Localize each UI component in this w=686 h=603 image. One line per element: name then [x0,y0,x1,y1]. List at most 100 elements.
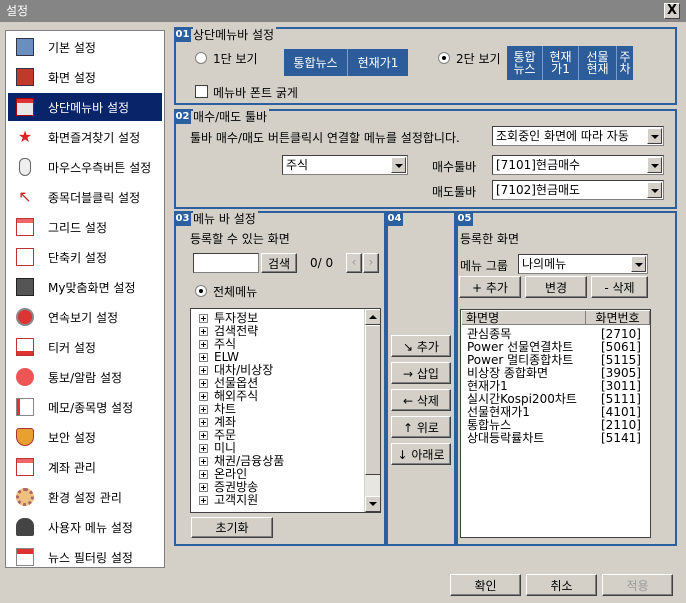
screen-name: 관심종목 [467,327,512,341]
bold-font-checkbox[interactable] [195,85,208,98]
sidebar-item[interactable]: 뉴스 필터링 설정 [8,543,162,571]
prev-result-icon[interactable]: ‹ [346,253,362,273]
expand-icon[interactable] [199,392,208,401]
sidebar-item-label: 단축키 설정 [48,250,108,265]
expand-icon[interactable] [199,327,208,336]
expand-icon[interactable] [199,496,208,505]
sidebar-item-label: 그리드 설정 [48,220,108,235]
menubar-icon [16,98,34,116]
menubar-settings-group: 01 상단메뉴바 설정 1단 보기 통합뉴스 현재가1 2단 보기 통합 뉴스 현… [174,26,677,105]
news-icon [16,548,34,566]
buy-toolbar-select[interactable]: [7101]현금매수 [492,155,664,175]
sidebar-item-label: 통보/알람 설정 [48,370,123,385]
auto-mode-select[interactable]: 조회중인 화면에 따라 자동 [492,126,664,146]
menu-group-select[interactable]: 나의메뉴 [518,254,648,274]
group-title: 상단메뉴바 설정 [193,26,277,43]
scroll-thumb[interactable] [365,325,380,475]
sidebar-item-label: 화면 설정 [48,70,96,85]
window-title: 설정 [6,4,29,18]
tree-scrollbar[interactable] [364,309,380,512]
edit-group-button[interactable]: 변경 [525,276,587,298]
close-icon[interactable]: X [664,3,680,19]
sidebar-item[interactable]: 메모/종목명 설정 [8,393,162,421]
menu-tree[interactable]: 투자정보 검색전략 주식 ELW 대차/비상장 선물옵션 해외주식 차트 계좌 주문 미니 채권/금융… [190,308,381,513]
delete-group-button[interactable]: - 삭제 [591,276,648,298]
sell-toolbar-select[interactable]: [7102]현금매도 [492,180,664,200]
sidebar-item[interactable]: 티커 설정 [8,333,162,361]
expand-icon[interactable] [199,405,208,414]
cancel-button[interactable]: 취소 [526,574,597,596]
all-menu-radio[interactable] [195,285,207,297]
expand-icon[interactable] [199,340,208,349]
move-up-button[interactable]: ↑ 위로 [391,416,451,438]
settings-sidebar: 기본 설정화면 설정상단메뉴바 설정 ★ 화면즐겨찾기 설정 마우스우측버튼 설정 ↖ 종… [5,30,165,568]
cursor-icon: ↖ [18,187,32,206]
sidebar-item[interactable]: My맞춤화면 설정 [8,273,162,301]
expand-icon[interactable] [199,483,208,492]
group-title: 메뉴 바 설정 [193,210,258,227]
sidebar-item[interactable]: 상단메뉴바 설정 [8,93,162,121]
expand-icon[interactable] [199,444,208,453]
sidebar-item[interactable]: 환경 설정 관리 [8,483,162,511]
sidebar-item[interactable]: 통보/알람 설정 [8,363,162,391]
registered-screens-list[interactable]: 화면명 화면번호 관심종목 [2710] Power 선물연결차트 [5061] Pow… [460,309,651,538]
expand-icon[interactable] [199,457,208,466]
tree-item-label: 고객지원 [214,493,259,507]
sidebar-item[interactable]: 그리드 설정 [8,213,162,241]
move-down-button[interactable]: ↓ 아래로 [391,443,451,465]
expand-icon[interactable] [199,418,208,427]
remove-button[interactable]: ← 삭제 [391,389,451,411]
sidebar-item[interactable]: 보안 설정 [8,423,162,451]
expand-icon[interactable] [199,379,208,388]
sidebar-item[interactable]: 단축키 설정 [8,243,162,271]
screen-name: Power 멀티종합차트 [467,353,574,367]
sidebar-item[interactable]: 사용자 메뉴 설정 [8,513,162,541]
expand-icon[interactable] [199,366,208,375]
market-select[interactable]: 주식 [282,155,408,175]
apply-button[interactable]: 적용 [602,574,673,596]
sidebar-item[interactable]: 연속보기 설정 [8,303,162,331]
scroll-up-icon[interactable] [365,309,380,325]
add-group-button[interactable]: + 추가 [459,276,521,298]
chevron-down-icon[interactable] [647,157,662,173]
chevron-down-icon[interactable] [647,182,662,198]
chevron-down-icon[interactable] [391,157,406,173]
bold-font-label: 메뉴바 폰트 굵게 [213,86,298,100]
sidebar-item-label: 상단메뉴바 설정 [48,100,130,115]
reset-button[interactable]: 초기화 [191,517,273,538]
monitor-red-icon [16,68,34,86]
sidebar-item[interactable]: 화면 설정 [8,63,162,91]
column-header-name[interactable]: 화면명 [462,311,586,325]
insert-button[interactable]: → 삽입 [391,362,451,384]
screen-search-input[interactable] [193,253,259,273]
tree-item[interactable]: 고객지원 [199,494,258,507]
chevron-down-icon[interactable] [631,256,646,272]
one-line-radio[interactable] [195,52,207,64]
sidebar-item[interactable]: ↖ 종목더블클릭 설정 [8,183,162,211]
magnifier-icon [16,308,34,326]
two-line-radio[interactable] [438,52,450,64]
expand-icon[interactable] [199,353,208,362]
column-header-code[interactable]: 화면번호 [586,311,650,325]
sidebar-item[interactable]: 계좌 관리 [8,453,162,481]
chevron-down-icon[interactable] [647,128,662,144]
sidebar-item-label: 티커 설정 [48,340,96,355]
scroll-down-icon[interactable] [365,496,380,512]
ok-button[interactable]: 확인 [450,574,521,596]
expand-icon[interactable] [199,470,208,479]
expand-icon[interactable] [199,431,208,440]
search-button[interactable]: 검색 [261,253,297,273]
screen-name: Power 선물연결차트 [467,340,574,354]
next-result-icon[interactable]: › [363,253,379,273]
registered-screens-label: 등록한 화면 [460,232,520,246]
screen-name: 비상장 종합화면 [467,366,549,380]
section-badge: 04 [386,211,403,226]
list-item[interactable]: 상대등락률차트 [5141] [467,432,647,445]
screen-name: 상대등락률차트 [467,431,545,445]
sidebar-item[interactable]: ★ 화면즐겨찾기 설정 [8,123,162,151]
sidebar-item[interactable]: 마우스우측버튼 설정 [8,153,162,181]
gear-icon [16,488,34,506]
add-to-menu-button[interactable]: ↘ 추가 [391,335,451,357]
expand-icon[interactable] [199,314,208,323]
sidebar-item[interactable]: 기본 설정 [8,33,162,61]
